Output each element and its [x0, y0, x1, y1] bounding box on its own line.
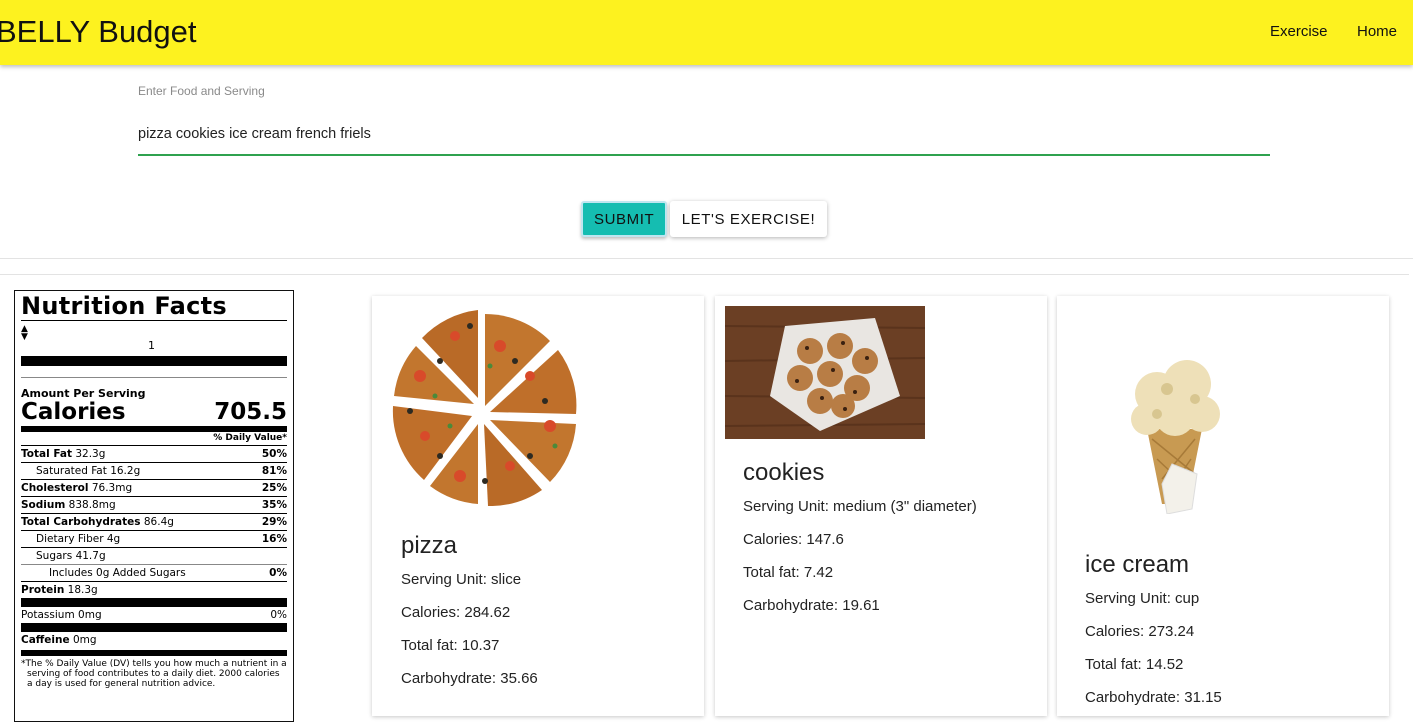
serving-unit: Serving Unit: slice: [401, 571, 522, 588]
nutrient-row: Dietary Fiber 4g 16%: [21, 530, 287, 547]
nutrition-facts-label: Nutrition Facts ▲ ▼ 1 Amount Per Serving…: [14, 290, 294, 722]
carbohydrate: Carbohydrate: 19.61: [743, 597, 880, 614]
daily-value-footnote: *The % Daily Value (DV) tells you how mu…: [21, 659, 287, 689]
divider: [21, 598, 287, 607]
nutrient-row: Potassium 0mg 0%: [21, 609, 287, 621]
food-name: cookies: [743, 459, 825, 486]
divider: [21, 650, 287, 656]
calories: Calories: 273.24: [1085, 623, 1195, 640]
divider: [21, 320, 287, 321]
nutrient-row: Includes 0g Added Sugars 0%: [21, 564, 287, 581]
serving-quantity: 1: [21, 339, 287, 356]
food-name: ice cream: [1085, 551, 1190, 578]
nutrient-row: Saturated Fat 16.2g 81%: [21, 462, 287, 479]
nutrient-row: Total Fat 32.3g 50%: [21, 445, 287, 462]
divider: [0, 274, 1409, 275]
nav-home-link[interactable]: Home: [1357, 23, 1397, 40]
app-header: BELLY Budget Exercise Home: [0, 0, 1413, 65]
serving-quantity-value: 1: [148, 339, 155, 352]
food-input-label: Enter Food and Serving: [138, 84, 265, 98]
calories-label: Calories: [21, 399, 126, 425]
submit-button[interactable]: SUBMIT: [581, 201, 667, 237]
nav-exercise-link[interactable]: Exercise: [1270, 23, 1328, 40]
nutrient-row: Cholesterol 76.3mg 25%: [21, 479, 287, 496]
calories-row: Calories 705.5: [21, 400, 287, 424]
nutrient-row: Sodium 838.8mg 35%: [21, 496, 287, 513]
divider: [21, 356, 287, 366]
divider: [21, 623, 287, 632]
calories: Calories: 284.62: [401, 604, 511, 621]
food-name: pizza: [401, 532, 458, 559]
cookies-image: [725, 306, 925, 439]
food-card-ice-cream: ice cream Serving Unit: cup Calories: 27…: [1057, 296, 1389, 716]
brand-title[interactable]: BELLY Budget: [0, 14, 197, 50]
ice-cream-image: [1131, 360, 1220, 514]
nutrient-row: Total Carbohydrates 86.4g 29%: [21, 513, 287, 530]
total-fat: Total fat: 10.37: [401, 637, 500, 654]
divider: [0, 258, 1413, 259]
nutrition-facts-title: Nutrition Facts: [21, 292, 228, 320]
food-card-cookies: cookies Serving Unit: medium (3" diamete…: [715, 296, 1047, 716]
food-input[interactable]: [138, 118, 1270, 156]
daily-value-header: % Daily Value*: [213, 433, 287, 443]
total-fat: Total fat: 7.42: [743, 564, 834, 581]
serving-unit: Serving Unit: medium (3" diameter): [743, 498, 977, 515]
divider: [21, 377, 287, 378]
calories: Calories: 147.6: [743, 531, 844, 548]
lets-exercise-button[interactable]: LET'S EXERCISE!: [670, 201, 827, 237]
carbohydrate: Carbohydrate: 35.66: [401, 670, 538, 687]
nutrient-row: Protein 18.3g: [21, 581, 287, 598]
total-fat: Total fat: 14.52: [1085, 656, 1184, 673]
calories-value: 705.5: [214, 399, 287, 425]
nutrient-row: Sugars 41.7g: [21, 547, 287, 564]
stepper-up-icon[interactable]: ▲: [21, 325, 287, 334]
serving-unit: Serving Unit: cup: [1085, 590, 1200, 607]
food-card-pizza: pizza Serving Unit: slice Calories: 284.…: [372, 296, 704, 716]
pizza-image: [392, 310, 577, 506]
nutrient-row: Caffeine 0mg: [21, 634, 97, 646]
carbohydrate: Carbohydrate: 31.15: [1085, 689, 1222, 706]
